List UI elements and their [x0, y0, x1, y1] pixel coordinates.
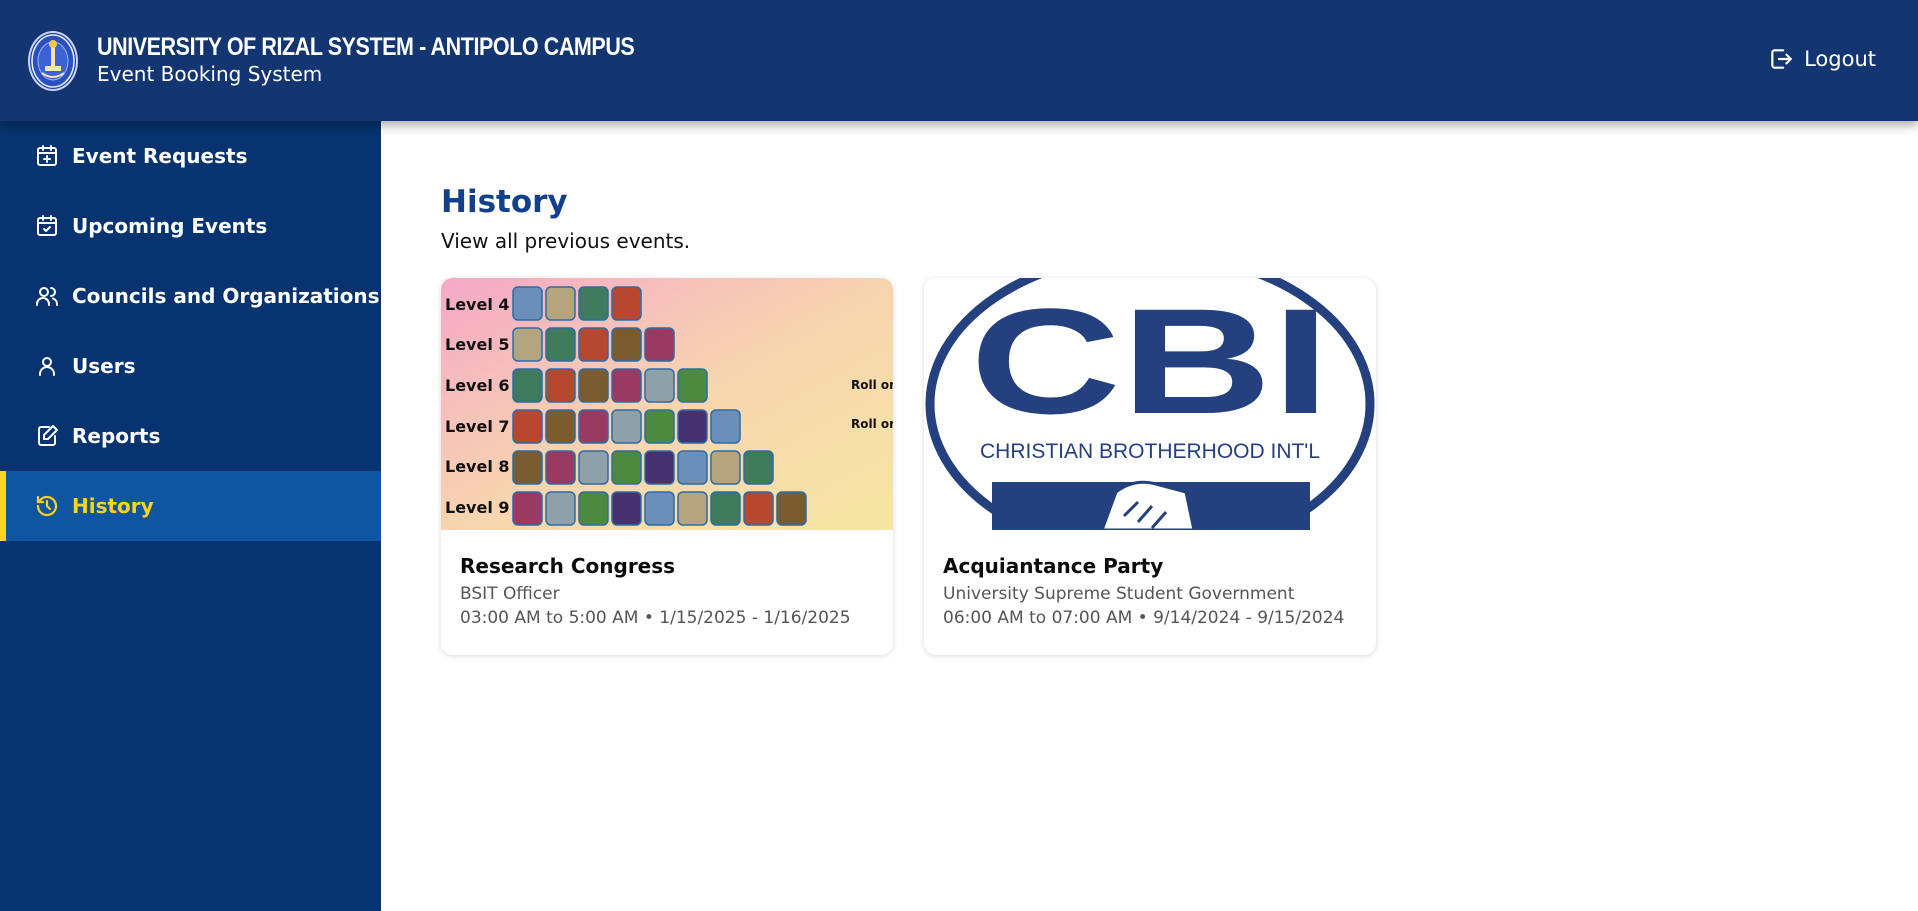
logout-button[interactable]: Logout — [1768, 46, 1876, 72]
hero-portrait-tile — [545, 491, 576, 526]
hero-portrait-tile — [677, 450, 708, 485]
site-title: UNIVERSITY OF RIZAL SYSTEM - ANTIPOLO CA… — [97, 33, 635, 61]
sidebar-item-history[interactable]: History — [0, 471, 381, 541]
hero-portrait-tile — [578, 327, 609, 362]
hero-portrait-tile — [611, 368, 642, 403]
hero-portrait-tile — [578, 286, 609, 321]
hero-portrait-tile — [677, 368, 708, 403]
hero-portrait-tile — [578, 368, 609, 403]
page-title: History — [441, 184, 568, 220]
site-subtitle: Event Booking System — [97, 61, 323, 86]
hero-portrait-tile — [545, 368, 576, 403]
card-body: Acquiantance Party University Supreme St… — [943, 554, 1344, 628]
hero-portrait-tile — [677, 491, 708, 526]
side-label: Roll or — [851, 417, 893, 431]
hero-portrait-tile — [512, 450, 543, 485]
hero-portrait-tile — [611, 409, 642, 444]
hero-portrait-tile — [512, 368, 543, 403]
hero-portrait-tile — [776, 491, 807, 526]
edit-document-icon — [38, 425, 58, 446]
hero-portrait-tile — [611, 450, 642, 485]
users-icon — [36, 287, 58, 306]
hero-portrait-tile — [644, 327, 675, 362]
sidebar-item-label: Reports — [72, 424, 161, 448]
hero-portrait-tile — [545, 450, 576, 485]
event-title: Research Congress — [460, 554, 676, 578]
sidebar-item-upcoming-events[interactable]: Upcoming Events — [0, 191, 381, 261]
hero-portrait-tile — [644, 450, 675, 485]
hero-portrait-tile — [545, 286, 576, 321]
event-title: Acquiantance Party — [943, 554, 1164, 578]
hero-portrait-tile — [677, 409, 708, 444]
event-organization: BSIT Officer — [460, 584, 560, 604]
hero-portrait-tile — [545, 327, 576, 362]
calendar-plus-icon — [37, 145, 57, 166]
hero-portrait-tile — [644, 409, 675, 444]
level-label: Level 4 — [445, 295, 510, 314]
hero-portrait-tile — [545, 409, 576, 444]
user-icon — [39, 357, 55, 376]
sidebar-item-label: Upcoming Events — [72, 214, 268, 238]
hero-portrait-tile — [512, 286, 543, 321]
university-logo — [28, 31, 78, 91]
sidebar: Event Requests Upcoming Events Councils … — [0, 121, 381, 911]
top-header: UNIVERSITY OF RIZAL SYSTEM - ANTIPOLO CA… — [0, 0, 1918, 121]
logout-icon — [1771, 49, 1792, 69]
hero-portrait-tile — [743, 450, 774, 485]
main-content: History View all previous events. Level … — [381, 121, 1918, 911]
event-image: Level 4 Level 5 Level 6 Level 7 Level 8 … — [441, 278, 893, 530]
hero-portrait-tile — [743, 491, 774, 526]
hero-portrait-tile — [611, 491, 642, 526]
hero-portrait-tile — [512, 327, 543, 362]
hero-portrait-tile — [611, 286, 642, 321]
hero-portrait-tile — [578, 491, 609, 526]
level-label: Level 7 — [445, 417, 510, 436]
event-schedule: 03:00 AM to 5:00 AM • 1/15/2025 - 1/16/2… — [460, 608, 851, 628]
hero-portrait-tile — [710, 409, 741, 444]
sidebar-item-reports[interactable]: Reports — [0, 401, 381, 471]
level-label: Level 5 — [445, 335, 510, 354]
hero-portrait-tile — [578, 409, 609, 444]
event-card-research-congress[interactable]: Level 4 Level 5 Level 6 Level 7 Level 8 … — [441, 278, 893, 655]
page-subtitle: View all previous events. — [441, 229, 691, 253]
event-image: CBI CHRISTIAN BROTHERHOOD INT'L — [924, 278, 1376, 530]
event-organization: University Supreme Student Government — [943, 584, 1295, 604]
level-label: Level 9 — [445, 498, 510, 517]
hero-portrait-tile — [710, 450, 741, 485]
side-label: Roll or — [851, 378, 893, 392]
hero-portrait-tile — [512, 491, 543, 526]
sidebar-item-event-requests[interactable]: Event Requests — [0, 121, 381, 191]
hero-portrait-tile — [512, 409, 543, 444]
calendar-check-icon — [37, 215, 57, 236]
logout-label: Logout — [1804, 47, 1876, 71]
cbi-logo-text: CBI — [970, 278, 1330, 445]
cbi-caption: CHRISTIAN BROTHERHOOD INT'L — [980, 440, 1320, 463]
sidebar-item-councils-organizations[interactable]: Councils and Organizations — [0, 261, 381, 331]
sidebar-item-users[interactable]: Users — [0, 331, 381, 401]
event-card-acquiantance-party[interactable]: CBI CHRISTIAN BROTHERHOOD INT'L Acquiant… — [924, 278, 1376, 655]
brand: UNIVERSITY OF RIZAL SYSTEM - ANTIPOLO CA… — [97, 33, 722, 87]
hero-portrait-tile — [644, 368, 675, 403]
sidebar-item-label: Event Requests — [72, 144, 248, 168]
sidebar-item-label: Councils and Organizations — [72, 284, 380, 308]
sidebar-item-label: History — [72, 494, 154, 518]
hero-portrait-tile — [578, 450, 609, 485]
hero-portrait-tile — [710, 491, 741, 526]
card-body: Research Congress BSIT Officer 03:00 AM … — [460, 554, 851, 628]
hero-portrait-tile — [611, 327, 642, 362]
hero-portrait-tile — [644, 491, 675, 526]
history-icon — [36, 495, 58, 517]
event-schedule: 06:00 AM to 07:00 AM • 9/14/2024 - 9/15/… — [943, 608, 1345, 628]
level-label: Level 8 — [445, 457, 510, 476]
sidebar-item-label: Users — [72, 354, 136, 378]
level-label: Level 6 — [445, 376, 510, 395]
